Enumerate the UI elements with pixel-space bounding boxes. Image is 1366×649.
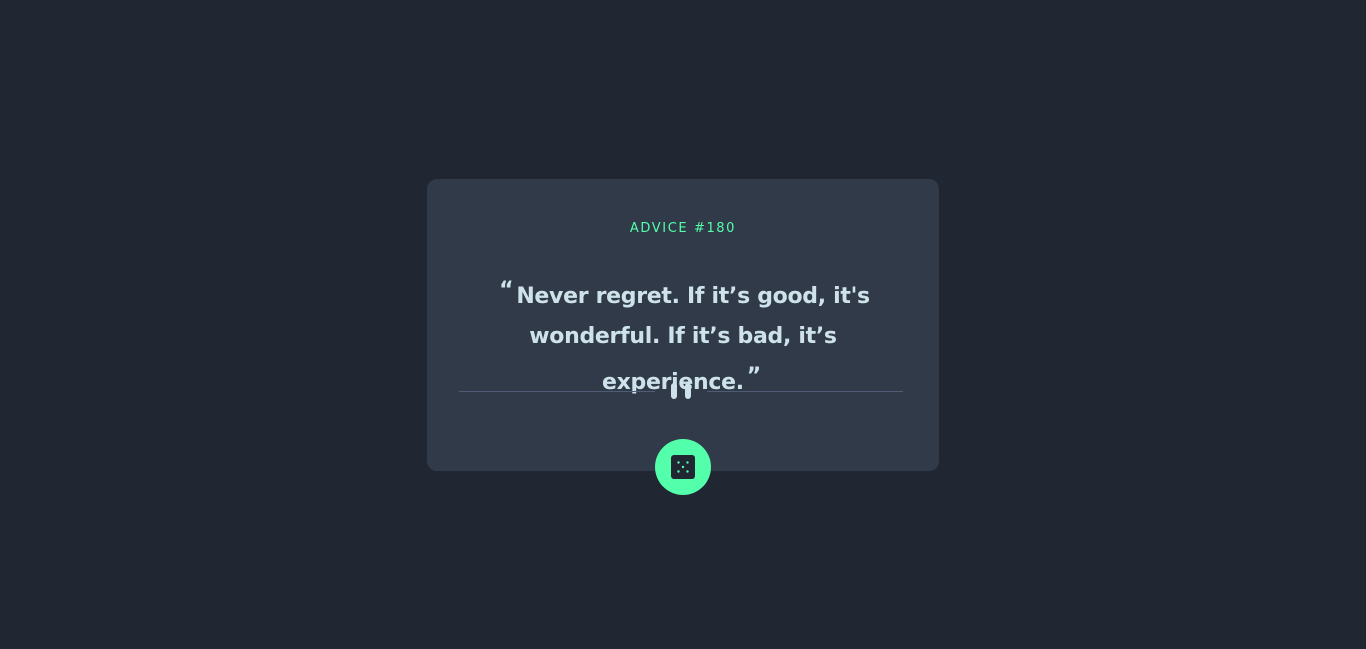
divider <box>459 383 903 399</box>
pause-icon <box>670 383 692 399</box>
page: ADVICE #180 “Never regret. If it’s good,… <box>0 0 1366 649</box>
advice-text: Never regret. If it’s good, it's wonderf… <box>516 284 870 395</box>
divider-line-right <box>707 391 903 392</box>
divider-line-left <box>459 391 655 392</box>
advice-id: ADVICE #180 <box>629 221 737 236</box>
new-advice-button[interactable] <box>655 439 711 495</box>
dice-icon <box>671 455 695 479</box>
open-quote-mark: “ <box>499 278 514 303</box>
advice-card: ADVICE #180 “Never regret. If it’s good,… <box>427 179 939 471</box>
